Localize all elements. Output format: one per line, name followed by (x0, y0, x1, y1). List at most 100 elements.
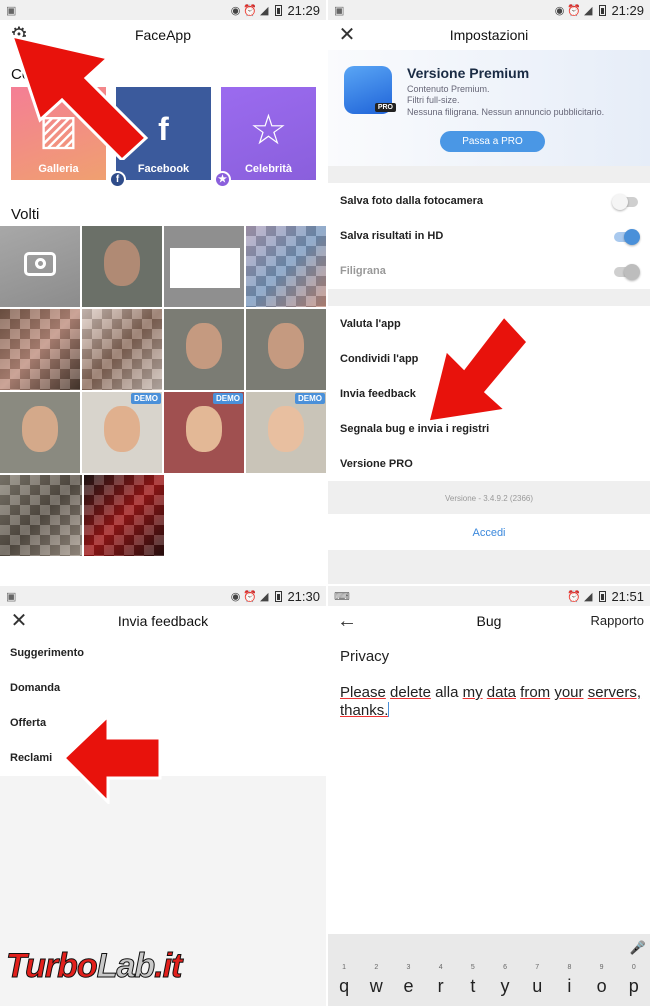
key-number-hint: 4 (438, 964, 443, 971)
body-word: data (486, 684, 516, 701)
key-number-hint: 8 (567, 964, 572, 971)
save-hd-label: Salva risultati in HD (340, 230, 444, 242)
body-word: your (554, 684, 584, 701)
settings-title: Impostazioni (449, 27, 529, 43)
battery-icon (599, 590, 607, 602)
save-camera-photos-toggle[interactable] (612, 194, 638, 210)
tile-celebrities-label: Celebrità (244, 163, 293, 175)
status-bar: ▣ ◉⏰◢ 21:29 (328, 0, 650, 20)
back-arrow-icon[interactable]: ← (336, 610, 358, 632)
share-app-item[interactable]: Condividi l'app (340, 353, 418, 365)
red-arrow-annotation (62, 714, 162, 804)
key-letter: t (470, 976, 476, 996)
save-hd-toggle[interactable] (614, 229, 640, 245)
body-word: delete (390, 684, 431, 701)
body-word: my (462, 684, 483, 701)
feedback-title: Invia feedback (117, 613, 209, 629)
bug-toolbar: ← Bug Rapporto (328, 606, 650, 636)
subject-field[interactable]: Privacy (340, 648, 389, 665)
key-number-hint: 2 (374, 964, 379, 971)
face-cell[interactable]: DEMO (246, 392, 326, 473)
key-p[interactable]: 0p (621, 964, 647, 997)
go-pro-button[interactable]: Passa a PRO (440, 131, 545, 152)
tile-celebrities[interactable]: ☆ Celebrità ★ (214, 87, 316, 188)
status-bar: ▣ ◉⏰◢ 21:30 (0, 586, 326, 606)
key-letter: r (437, 976, 444, 996)
face-cell[interactable] (0, 392, 80, 473)
demo-badge: DEMO (295, 393, 325, 404)
demo-badge: DEMO (213, 393, 243, 404)
key-y[interactable]: 6y (492, 964, 518, 997)
feedback-type-list: Suggerimento Domanda Offerta Reclami (0, 636, 326, 776)
status-bar: ⌨ ⏰◢ 21:51 (328, 586, 650, 606)
pro-version-item[interactable]: Versione PRO (340, 458, 413, 470)
premium-title: Versione Premium (407, 65, 530, 81)
key-number-hint: 1 (342, 964, 347, 971)
message-field[interactable]: Please delete alla my data from your ser… (340, 684, 645, 720)
key-u[interactable]: 7u (524, 964, 550, 997)
key-t[interactable]: 5t (460, 964, 486, 997)
demo-badge: DEMO (131, 393, 161, 404)
key-letter: q (339, 976, 350, 996)
battery-icon (275, 590, 283, 602)
key-r[interactable]: 4r (428, 964, 454, 997)
close-icon[interactable]: ✕ (8, 610, 30, 632)
rate-app-item[interactable]: Valuta l'app (340, 318, 401, 330)
battery-icon (275, 4, 283, 16)
close-icon[interactable]: ✕ (336, 24, 358, 46)
key-letter: y (500, 976, 510, 996)
key-number-hint: 9 (599, 964, 604, 971)
image-notification-icon: ▣ (6, 590, 17, 603)
login-button[interactable]: Accedi (328, 527, 650, 539)
key-q[interactable]: 1q (331, 964, 357, 997)
star-badge-icon: ★ (214, 171, 231, 188)
key-letter: w (369, 976, 383, 996)
dialog-thumbnail (170, 248, 240, 288)
keyboard-row: 1q2w3e4r5t6y7u8i9o0p (328, 964, 650, 997)
face-cell[interactable] (246, 226, 326, 307)
face-cell[interactable] (0, 475, 82, 556)
tile-facebook-label: Facebook (137, 163, 190, 175)
offer-item[interactable]: Offerta (10, 717, 46, 729)
key-i[interactable]: 8i (556, 964, 582, 997)
status-icons: ◉⏰◢ (230, 590, 272, 603)
camera-cell[interactable] (0, 226, 80, 307)
send-feedback-item[interactable]: Invia feedback (340, 388, 416, 400)
report-button[interactable]: Rapporto (591, 613, 644, 628)
status-time: 21:29 (611, 2, 644, 18)
status-icons: ◉⏰◢ (554, 4, 596, 17)
watermark-toggle[interactable] (614, 264, 640, 280)
face-cell[interactable] (82, 226, 162, 307)
faceapp-logo-icon: PRO (344, 66, 396, 114)
face-cell[interactable]: DEMO (82, 392, 162, 473)
feedback-toolbar: ✕ Invia feedback (0, 606, 326, 636)
face-cell[interactable]: DEMO (164, 392, 244, 473)
red-arrow-annotation (9, 33, 149, 160)
question-item[interactable]: Domanda (10, 682, 60, 694)
body-word: thanks. (340, 702, 389, 719)
face-cell[interactable] (164, 309, 244, 390)
face-cell[interactable] (0, 309, 80, 390)
image-notification-icon: ▣ (334, 4, 345, 17)
premium-line-3: Nessuna filigrana. Nessun annuncio pubbl… (407, 107, 605, 117)
red-arrow-annotation (425, 313, 530, 424)
suggestion-item[interactable]: Suggerimento (10, 647, 84, 659)
complaints-item[interactable]: Reclami (10, 752, 52, 764)
premium-line-2: Filtri full-size. (407, 95, 460, 105)
toggle-settings-group: Salva foto dalla fotocamera Salva risult… (328, 183, 650, 289)
face-cell[interactable] (82, 309, 162, 390)
face-cell[interactable] (164, 226, 244, 307)
text-cursor (388, 702, 390, 717)
body-word: Please (340, 684, 386, 701)
face-cell[interactable] (84, 475, 164, 556)
star-icon: ☆ (249, 106, 288, 153)
face-cell[interactable] (246, 309, 326, 390)
save-camera-photos-label: Salva foto dalla fotocamera (340, 195, 484, 207)
settings-toolbar: ✕ Impostazioni (328, 20, 650, 50)
premium-line-1: Contenuto Premium. (407, 84, 490, 94)
microphone-icon[interactable]: 🎤 (630, 940, 646, 956)
key-o[interactable]: 9o (589, 964, 615, 997)
key-e[interactable]: 3e (395, 964, 421, 997)
key-w[interactable]: 2w (363, 964, 389, 997)
watermark-label: Filigrana (340, 265, 386, 277)
